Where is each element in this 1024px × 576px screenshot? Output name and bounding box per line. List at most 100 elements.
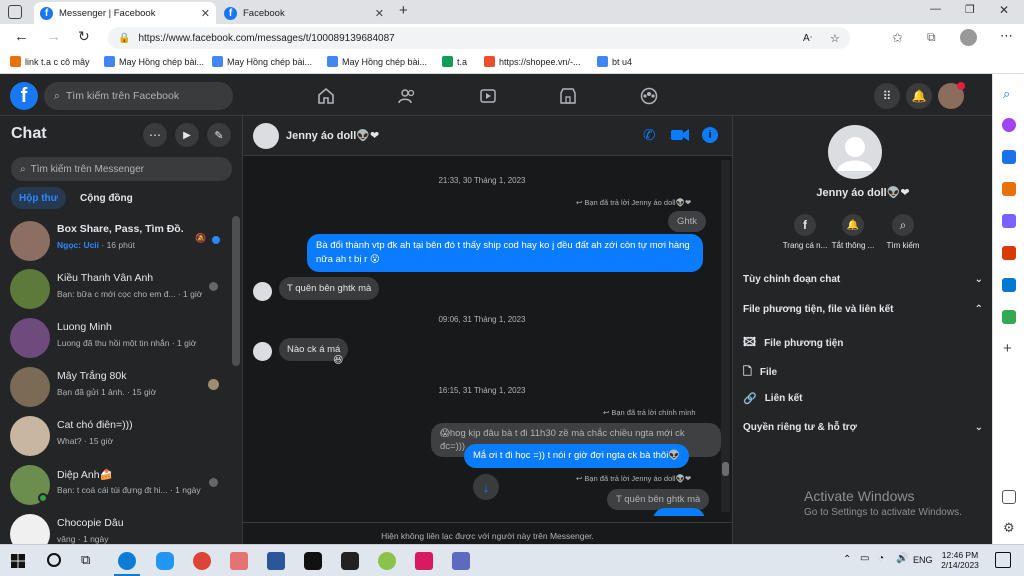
conversation-scrollbar[interactable] bbox=[721, 160, 730, 512]
bookmark-item[interactable]: May Hồng chép bài... bbox=[327, 56, 427, 67]
quoted-message[interactable]: Ghtk bbox=[668, 211, 707, 232]
chrome-icon[interactable] bbox=[193, 552, 211, 570]
tab-inbox[interactable]: Hộp thư bbox=[11, 187, 66, 209]
video-call-icon[interactable] bbox=[671, 128, 689, 142]
message-bubble-outgoing[interactable]: Mắ ơi t đi học =)) t nói r giờ đợi ngta … bbox=[464, 444, 690, 468]
close-tab-icon[interactable]: ✕ bbox=[375, 7, 384, 20]
message-bubble-outgoing[interactable] bbox=[653, 508, 705, 516]
read-aloud-icon[interactable]: Aᐧ bbox=[803, 33, 812, 44]
video-room-icon[interactable]: ▶ bbox=[175, 123, 199, 147]
games-icon[interactable] bbox=[1002, 214, 1016, 228]
customize-chat-section[interactable]: Tùy chỉnh đoạn chat ⌄ bbox=[743, 274, 983, 285]
tab-messenger[interactable]: f Messenger | Facebook ✕ bbox=[34, 2, 216, 24]
audio-call-icon[interactable]: ✆ bbox=[643, 126, 656, 144]
bookmark-item[interactable]: link t.a c cô mây bbox=[10, 56, 90, 67]
chat-item[interactable]: Chocopie Dâu vâng · 1 ngày bbox=[0, 509, 236, 544]
windows-start-icon[interactable] bbox=[11, 554, 25, 568]
profile-avatar[interactable] bbox=[960, 29, 977, 46]
bookmark-item[interactable]: May Hồng chép bài... bbox=[104, 56, 204, 67]
tiktok-icon[interactable] bbox=[304, 552, 322, 570]
chat-item[interactable]: Mây Trắng 80k Bạn đã gửi 1 ảnh. · 15 giờ bbox=[0, 362, 236, 411]
close-window-icon[interactable]: ✕ bbox=[999, 3, 1009, 17]
bookmark-item[interactable]: bt u4 bbox=[597, 56, 632, 67]
shopping-icon[interactable] bbox=[1002, 150, 1016, 164]
copilot-icon[interactable] bbox=[1002, 118, 1016, 132]
bookmark-item[interactable]: https://shopee.vn/-... bbox=[484, 56, 581, 67]
messenger-search-input[interactable]: ⌕ Tìm kiếm trên Messenger bbox=[11, 157, 232, 181]
info-icon[interactable]: i bbox=[702, 127, 718, 143]
collections-icon[interactable]: ⧉ bbox=[927, 30, 936, 45]
app-icon[interactable] bbox=[230, 552, 248, 570]
contact-avatar[interactable] bbox=[253, 123, 279, 149]
new-tab-icon[interactable]: + bbox=[399, 2, 408, 19]
chat-item[interactable]: Cat chó điên=))) What? · 15 giờ bbox=[0, 411, 236, 460]
menu-grid-icon[interactable]: ⠿ bbox=[874, 83, 900, 109]
url-field[interactable]: 🔒 https://www.facebook.com/messages/t/10… bbox=[108, 27, 850, 49]
sidebar-toggle-icon[interactable] bbox=[1002, 490, 1016, 504]
facebook-logo-icon[interactable]: f bbox=[10, 82, 38, 110]
network-icon[interactable]: ▭ bbox=[860, 553, 869, 564]
paint-icon[interactable] bbox=[378, 552, 396, 570]
privacy-section[interactable]: Quyền riêng tư & hỗ trợ ⌄ bbox=[743, 422, 983, 433]
bookmark-item[interactable]: May Hồng chép bài... bbox=[212, 56, 312, 67]
new-message-icon[interactable]: ✎ bbox=[207, 123, 231, 147]
reaction-emoji[interactable]: 😆 bbox=[333, 355, 343, 366]
chat-item[interactable]: Diệp Anh🍰 Bạn: t coá cái túi đựng đt hi.… bbox=[0, 460, 236, 509]
tab-facebook[interactable]: f Facebook ✕ bbox=[218, 2, 390, 24]
task-view-icon[interactable]: ⧉ bbox=[81, 552, 90, 568]
home-icon[interactable] bbox=[317, 87, 335, 105]
contact-name[interactable]: Jenny áo doll👽❤ bbox=[286, 129, 379, 142]
scroll-down-icon[interactable]: ↓ bbox=[473, 474, 499, 500]
back-icon[interactable]: ← bbox=[14, 28, 29, 45]
tools-icon[interactable] bbox=[1002, 182, 1016, 196]
scrollbar-thumb[interactable] bbox=[722, 462, 729, 476]
media-files-section[interactable]: File phương tiện, file và liên kết ⌃ bbox=[743, 304, 983, 315]
more-icon[interactable]: ⋯ bbox=[1000, 28, 1013, 44]
clock[interactable]: 12:46 PM 2/14/2023 bbox=[938, 550, 982, 570]
wifi-icon[interactable]: ◔ bbox=[878, 553, 884, 564]
tab-actions-icon[interactable] bbox=[8, 5, 22, 19]
chat-item[interactable]: Box Share, Pass, Tìm Đồ. Ngọc: Ucii · 16… bbox=[0, 215, 236, 264]
groups-icon[interactable] bbox=[640, 87, 658, 105]
reload-icon[interactable]: ↻ bbox=[78, 28, 90, 45]
notifications-icon[interactable]: 🔔 bbox=[906, 83, 932, 109]
outlook-icon[interactable] bbox=[1002, 278, 1016, 292]
minimize-icon[interactable]: — bbox=[930, 3, 941, 15]
search-icon[interactable]: ⌕ bbox=[892, 214, 914, 236]
chevron-up-icon[interactable]: ⌃ bbox=[843, 554, 851, 565]
quoted-message[interactable]: T quên bên ghtk mà bbox=[607, 489, 710, 510]
search-action[interactable]: Tìm kiếm bbox=[877, 241, 929, 250]
profile-action[interactable]: Trang cá n... bbox=[779, 241, 831, 250]
tree-icon[interactable] bbox=[1002, 310, 1016, 324]
watch-icon[interactable] bbox=[479, 87, 497, 105]
search-icon[interactable]: ⌕ bbox=[1003, 86, 1017, 101]
favorite-icon[interactable]: ☆ bbox=[830, 32, 840, 45]
app-icon[interactable] bbox=[452, 552, 470, 570]
office-icon[interactable] bbox=[1002, 246, 1016, 260]
settings-icon[interactable]: ⚙ bbox=[1003, 520, 1017, 535]
edge-icon[interactable] bbox=[118, 552, 136, 570]
facebook-profile-icon[interactable]: f bbox=[794, 214, 816, 236]
friends-icon[interactable] bbox=[398, 87, 416, 105]
close-tab-icon[interactable]: ✕ bbox=[201, 7, 210, 20]
chat-item[interactable]: Kiều Thanh Vân Anh Bạn: bữa c mới cọc ch… bbox=[0, 264, 236, 313]
chat-item[interactable]: Luong Minh Luong đã thu hồi một tin nhắn… bbox=[0, 313, 236, 362]
capcut-icon[interactable] bbox=[341, 552, 359, 570]
bookmark-item[interactable]: t.a bbox=[442, 56, 467, 67]
restore-icon[interactable]: ❐ bbox=[965, 3, 975, 16]
forward-icon[interactable]: → bbox=[46, 28, 61, 45]
message-bubble-outgoing[interactable]: Bà đổi thành vtp đk ah tại bên đó t thấy… bbox=[307, 234, 703, 272]
message-bubble-incoming[interactable]: T quên bên ghtk mà bbox=[279, 277, 380, 300]
notification-center-icon[interactable] bbox=[995, 552, 1011, 568]
mute-icon[interactable]: 🔔 bbox=[842, 214, 864, 236]
favorites-icon[interactable]: ✩ bbox=[892, 30, 903, 46]
facebook-search-input[interactable]: ⌕ Tìm kiếm trên Facebook bbox=[44, 82, 233, 110]
marketplace-icon[interactable] bbox=[559, 87, 577, 105]
add-icon[interactable]: + bbox=[1003, 340, 1017, 357]
word-icon[interactable] bbox=[267, 552, 285, 570]
media-item[interactable]: 🖾 File phương tiện bbox=[743, 333, 843, 354]
mute-action[interactable]: Tắt thông ... bbox=[827, 241, 879, 250]
links-item[interactable]: 🔗 Liên kết bbox=[743, 392, 803, 405]
files-item[interactable]: 🗋 File bbox=[743, 363, 777, 382]
tab-community[interactable]: Cộng đồng bbox=[72, 187, 141, 209]
